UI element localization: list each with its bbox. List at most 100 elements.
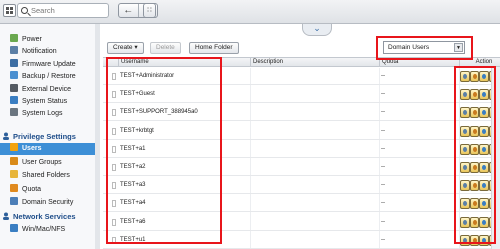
column-header-username[interactable]: Username — [118, 58, 250, 67]
users-icon — [10, 143, 18, 151]
username-cell: TEST+Guest — [120, 91, 155, 98]
quota-cell: -- — [381, 218, 385, 225]
sidebar-item-backup-restore[interactable]: Backup / Restore — [10, 71, 96, 83]
quota-cell: -- — [381, 164, 385, 170]
sidebar-item-firmware-update[interactable]: Firmware Update — [10, 58, 96, 71]
username-cell: TEST+a6 — [120, 218, 146, 225]
table-row[interactable]: TEST+a4 -- — [103, 195, 500, 213]
sidebar-item-users[interactable]: Users — [0, 143, 95, 155]
quota-cell: -- — [381, 200, 385, 207]
app-menu-button[interactable] — [3, 4, 16, 17]
change-password-icon[interactable] — [460, 143, 470, 155]
table-row[interactable]: TEST+a1 -- — [103, 141, 500, 158]
sidebar-item-external-device[interactable]: External Device — [10, 83, 96, 96]
row-select-checkbox[interactable] — [112, 164, 116, 171]
change-password-icon[interactable] — [460, 89, 470, 101]
row-select-checkbox[interactable] — [112, 145, 116, 153]
edit-group-icon[interactable] — [479, 216, 489, 228]
sidebar-section-heading[interactable]: Network Services — [2, 211, 76, 223]
change-password-icon[interactable] — [460, 180, 470, 192]
table-row[interactable]: TEST+Administrator -- — [103, 68, 500, 85]
table-row[interactable]: TEST+SUPPORT_388945a0 -- — [103, 104, 500, 122]
change-password-icon[interactable] — [460, 107, 470, 119]
edit-group-icon[interactable] — [479, 180, 489, 192]
delete-button[interactable]: Delete — [150, 42, 181, 54]
user-type-filter-select[interactable]: Domain Users ▼ — [383, 41, 465, 54]
change-password-icon[interactable] — [460, 216, 470, 228]
edit-profile-icon[interactable] — [469, 125, 479, 137]
sidebar-item-power[interactable]: Power — [10, 34, 96, 46]
sidebar-item-shared-folders[interactable]: Shared Folders — [10, 170, 96, 182]
row-select-checkbox[interactable] — [112, 236, 116, 244]
privilege-settings-icon — [2, 132, 10, 140]
sidebar-item-system-logs[interactable]: System Logs — [10, 108, 96, 120]
table-row[interactable]: TEST+a3 -- — [103, 177, 500, 195]
edit-profile-icon[interactable] — [469, 162, 479, 173]
edit-group-icon[interactable] — [479, 198, 489, 210]
apps-grid-button[interactable]: ∷ — [143, 3, 156, 18]
row-select-checkbox[interactable] — [112, 182, 116, 190]
top-bar: Search ← → ∷ — [0, 0, 500, 24]
create-button[interactable]: Create ▾ — [107, 42, 144, 54]
row-select-checkbox[interactable] — [112, 91, 116, 99]
username-cell: TEST+a3 — [120, 182, 146, 189]
search-input[interactable]: Search — [17, 3, 109, 18]
sidebar-item-quota[interactable]: Quota — [10, 183, 96, 196]
edit-group-icon[interactable] — [479, 162, 489, 173]
row-select-checkbox[interactable] — [112, 200, 116, 208]
sidebar-item-label: External Device — [22, 85, 72, 93]
row-select-checkbox[interactable] — [112, 109, 116, 117]
row-select-checkbox[interactable] — [112, 218, 116, 226]
row-select-checkbox[interactable] — [112, 73, 116, 80]
sidebar-item-system-status[interactable]: System Status — [10, 96, 96, 108]
change-password-icon[interactable] — [460, 71, 470, 82]
edit-profile-icon[interactable] — [469, 216, 479, 228]
table-scrollbar[interactable] — [491, 67, 500, 249]
table-row[interactable]: TEST+a6 -- — [103, 214, 500, 231]
change-password-icon[interactable] — [460, 198, 470, 210]
sidebar-item-user-groups[interactable]: User Groups — [10, 156, 96, 169]
system-status-icon — [10, 96, 18, 104]
edit-group-icon[interactable] — [479, 125, 489, 137]
edit-group-icon[interactable] — [479, 143, 489, 155]
edit-profile-icon[interactable] — [469, 107, 479, 119]
column-header-quota[interactable]: Quota — [379, 58, 459, 67]
sidebar-item-label: System Logs — [22, 110, 63, 118]
username-cell: TEST+SUPPORT_388945a0 — [120, 109, 198, 116]
column-header-action: Action — [459, 58, 500, 67]
sidebar-item-label: Domain Security — [22, 199, 74, 206]
edit-profile-icon[interactable] — [469, 89, 479, 101]
table-row[interactable]: TEST+Guest -- — [103, 86, 500, 104]
edit-group-icon[interactable] — [479, 107, 489, 119]
sidebar-section-heading[interactable]: Privilege Settings — [2, 131, 76, 143]
edit-group-icon[interactable] — [479, 71, 489, 82]
edit-group-icon[interactable] — [479, 89, 489, 101]
column-header-description[interactable]: Description — [250, 58, 379, 67]
back-button[interactable]: ← — [119, 4, 138, 17]
change-password-icon[interactable] — [460, 162, 470, 173]
sidebar-item-win-mac-nfs[interactable]: Win/Mac/NFS — [10, 224, 96, 236]
edit-profile-icon[interactable] — [469, 198, 479, 210]
shared-folders-icon — [10, 170, 18, 178]
row-select-checkbox[interactable] — [112, 127, 116, 135]
table-row[interactable]: TEST+a2 -- — [103, 159, 500, 176]
change-password-icon[interactable] — [460, 234, 470, 246]
backup-icon — [10, 71, 18, 80]
quota-cell: -- — [381, 182, 385, 189]
quota-icon — [10, 183, 18, 192]
table-row[interactable]: TEST+u1 -- — [103, 232, 500, 249]
collapse-toggle-button[interactable]: ⌄ — [302, 24, 332, 36]
sidebar-item-domain-security[interactable]: Domain Security — [10, 197, 96, 209]
sidebar-item-label: Notification — [22, 48, 57, 56]
edit-profile-icon[interactable] — [469, 71, 479, 82]
sidebar-item-notification[interactable]: Notification — [10, 46, 96, 58]
sidebar-item-label: Quota — [22, 185, 42, 193]
change-password-icon[interactable] — [460, 125, 470, 137]
domain-security-icon — [10, 197, 18, 205]
edit-group-icon[interactable] — [479, 234, 489, 246]
table-row[interactable]: TEST+krbtgt -- — [103, 123, 500, 140]
edit-profile-icon[interactable] — [469, 143, 479, 155]
edit-profile-icon[interactable] — [469, 180, 479, 192]
edit-profile-icon[interactable] — [469, 234, 479, 246]
home-folder-button[interactable]: Home Folder — [189, 42, 239, 54]
